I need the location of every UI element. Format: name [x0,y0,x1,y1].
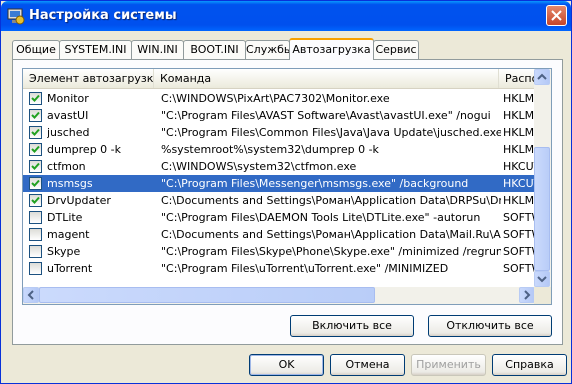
item-location: SOFTW [503,245,535,258]
list-header: Элемент автозагрузки Команда Распо [23,69,535,89]
ok-button[interactable]: OK [249,354,324,376]
item-command: "C:\Program Files\Common Files\Java\Java… [161,126,501,139]
list-item[interactable]: uTorrent "C:\Program Files\uTorrent\uTorr… [23,260,535,277]
item-command: "C:\Program Files\Messenger\msmsgs.exe" … [161,177,469,190]
scroll-left-button[interactable] [23,287,39,303]
close-button[interactable] [546,5,567,26]
column-header-item[interactable]: Элемент автозагрузки [23,69,154,88]
arrow-up-icon [537,73,547,80]
vertical-scrollbar[interactable] [534,69,551,287]
apply-button[interactable]: Применить [411,354,486,376]
list-item[interactable]: msmsgs "C:\Program Files\Messenger\msmsgs… [23,175,535,192]
list-item[interactable]: avastUI "C:\Program Files\AVAST Software\… [23,107,535,124]
item-name: uTorrent [47,262,93,275]
list-item[interactable]: jusched "C:\Program Files\Common Files\Ja… [23,124,535,141]
item-name: ctfmon [47,160,86,173]
cancel-button[interactable]: Отмена [330,354,405,376]
item-location: HKLM\S [503,92,535,105]
item-command: "C:\Program Files\DAEMON Tools Lite\DTLi… [161,211,481,224]
item-location: HKCU\S [503,177,535,190]
item-name: dumprep 0 -k [47,143,122,156]
horizontal-scroll-thumb[interactable] [39,287,375,303]
item-command: C:\Documents and Settings\Роман\Applicat… [161,194,501,207]
window-title: Настройка системы [29,8,177,23]
startup-checkbox[interactable] [29,228,42,241]
startup-checkbox[interactable] [29,160,42,173]
startup-checkbox[interactable] [29,262,42,275]
close-icon [551,10,562,21]
item-location: SOFTW [503,262,535,275]
item-command: C:\WINDOWS\system32\ctfmon.exe [161,160,357,173]
vertical-scroll-thumb[interactable] [534,147,550,271]
list-item[interactable]: DTLite "C:\Program Files\DAEMON Tools Lit… [23,209,535,226]
startup-checkbox[interactable] [29,245,42,258]
startup-checkbox[interactable] [29,211,42,224]
checkmark-icon [31,128,40,136]
startup-list[interactable]: Элемент автозагрузки Команда Распо Monit… [22,68,552,305]
startup-checkbox[interactable] [29,126,42,139]
list-item[interactable]: DrvUpdater C:\Documents and Settings\Рома… [23,192,535,209]
item-name: magent [47,228,90,241]
arrow-down-icon [537,276,547,283]
tab-boot-ini[interactable]: BOOT.INI [183,40,246,59]
title-bar[interactable]: Настройка системы [1,1,571,31]
scroll-down-button[interactable] [534,271,550,287]
item-name: DTLite [47,211,83,224]
scroll-up-button[interactable] [534,69,550,85]
column-header-command[interactable]: Команда [154,69,499,88]
item-name: Monitor [47,92,89,105]
startup-checkbox[interactable] [29,143,42,156]
item-location: HKLM\S [503,194,535,207]
checkmark-icon [31,196,40,204]
item-location: HKCU\S [503,160,535,173]
item-name: jusched [47,126,90,139]
list-item[interactable]: dumprep 0 -k %systemroot%\system32\dumpre… [23,141,535,158]
checkmark-icon [31,179,40,187]
item-location: SOFTW [503,211,535,224]
list-item[interactable]: Skype "C:\Program Files\Skype\Phone\Skype… [23,243,535,260]
scrollbar-corner [534,287,551,304]
item-name: avastUI [47,109,89,122]
tab-services[interactable]: Службы [245,40,293,59]
item-command: "C:\Program Files\Skype\Phone\Skype.exe"… [161,245,501,258]
item-location: HKLM\S [503,126,535,139]
item-command: C:\WINDOWS\PixArt\PAC7302\Monitor.exe [161,92,390,105]
tab-win-ini[interactable]: WIN.INI [131,40,184,59]
help-button[interactable]: Справка [492,354,567,376]
list-item[interactable]: magent C:\Documents and Settings\Роман\Ap… [23,226,535,243]
item-name: Skype [47,245,81,258]
tab-general[interactable]: Общие [12,40,60,59]
checkmark-icon [31,162,40,170]
horizontal-scrollbar[interactable] [23,287,535,304]
item-command: C:\Documents and Settings\Роман\Applicat… [161,228,501,241]
item-location: HKLM\S [503,143,535,156]
startup-checkbox[interactable] [29,109,42,122]
item-location: SOFTW [503,228,535,241]
system-config-window: Настройка системы Общие SYSTEM.INI WIN.I… [0,0,572,384]
item-name: DrvUpdater [47,194,111,207]
checkmark-icon [31,94,40,102]
settings-monitor-icon [7,8,25,25]
item-command: "C:\Program Files\uTorrent\uTorrent.exe"… [161,262,449,275]
item-command: %systemroot%\system32\dumprep 0 -k [161,143,379,156]
column-header-location[interactable]: Распо [499,69,535,88]
startup-checkbox[interactable] [29,92,42,105]
disable-all-button[interactable]: Отключить все [428,315,552,337]
startup-checkbox[interactable] [29,194,42,207]
checkmark-icon [31,111,40,119]
item-location: HKLM\S [503,109,535,122]
list-item[interactable]: ctfmon C:\WINDOWS\system32\ctfmon.exe HKCU… [23,158,535,175]
item-name: msmsgs [47,177,93,190]
tab-startup[interactable]: Автозагрузка [289,38,374,60]
checkmark-icon [31,145,40,153]
list-item[interactable]: Monitor C:\WINDOWS\PixArt\PAC7302\Monitor… [23,90,535,107]
arrow-right-icon [524,290,531,300]
startup-checkbox[interactable] [29,177,42,190]
enable-all-button[interactable]: Включить все [290,315,414,337]
item-command: "C:\Program Files\AVAST Software\Avast\a… [161,109,491,122]
tab-system-ini[interactable]: SYSTEM.INI [59,40,132,59]
scroll-right-button[interactable] [519,287,535,303]
arrow-left-icon [27,290,34,300]
tab-tools[interactable]: Сервис [373,40,419,59]
